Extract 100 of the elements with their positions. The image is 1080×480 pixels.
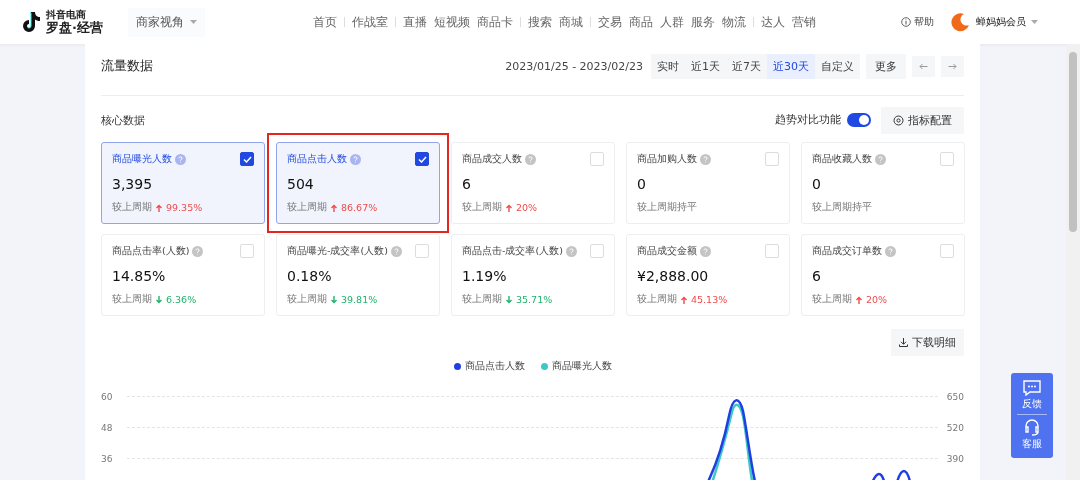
nav-link[interactable]: 搜索 — [527, 14, 552, 30]
help-icon — [700, 245, 711, 257]
account-menu[interactable]: 蝉妈妈会员 — [975, 15, 1038, 29]
metric-name: 商品点击-成交率(人数) — [462, 244, 563, 258]
nav-link[interactable]: 物流 — [721, 14, 746, 30]
change-value: 45.13% — [691, 294, 728, 305]
nav-link[interactable]: 短视频 — [433, 14, 470, 30]
metric-card[interactable]: 商品成交金额 ¥2,888.00 较上周期 45.13% — [626, 234, 790, 316]
nav-link[interactable]: 商品 — [628, 14, 653, 30]
metric-name: 商品曝光-成交率(人数) — [287, 244, 388, 258]
help-icon — [875, 153, 886, 165]
comparison-label: 较上周期 — [112, 293, 152, 306]
perspective-dropdown[interactable]: 商家视角 — [128, 7, 205, 37]
nav-link[interactable]: 交易 — [597, 14, 622, 30]
info-icon — [900, 17, 911, 27]
metric-card[interactable]: 商品加购人数 0 较上周期持平 — [626, 142, 790, 224]
metric-value: 1.19% — [462, 268, 508, 284]
left-arrow-icon — [919, 62, 928, 70]
checkbox[interactable] — [415, 152, 429, 166]
previous-button[interactable] — [912, 55, 935, 77]
comparison-label: 较上周期 — [637, 293, 677, 306]
toggle-switch[interactable] — [847, 113, 871, 127]
comparison-label: 较上周期 — [462, 293, 502, 306]
y-axis-label: 650 — [945, 391, 964, 402]
change-value: 35.71% — [516, 294, 553, 305]
metric-value: 14.85% — [112, 268, 167, 284]
nav-link[interactable]: 作战室 — [351, 14, 388, 30]
nav-link[interactable]: 直播 — [402, 14, 427, 30]
logo-title: 罗盘·经营 — [46, 21, 103, 34]
nav-link[interactable]: 首页 — [312, 14, 337, 30]
metric-card[interactable]: 商品收藏人数 0 较上周期持平 — [801, 142, 965, 224]
help-icon — [525, 153, 536, 165]
date-range: 2023/01/25 - 2023/02/23 — [505, 59, 643, 73]
logo-subtitle: 抖音电商 — [46, 10, 87, 20]
change-value: 86.67% — [341, 202, 378, 213]
metric-name: 商品成交金额 — [637, 244, 697, 258]
nav-link[interactable]: 营销 — [791, 14, 816, 30]
side-widget-button[interactable]: 反馈 — [1011, 377, 1053, 414]
metric-name: 商品点击人数 — [287, 152, 347, 166]
metric-value: 0 — [812, 176, 822, 192]
help-icon — [350, 153, 361, 165]
comparison-label: 较上周期 — [812, 293, 852, 306]
metric-value: 0.18% — [287, 268, 333, 284]
right-arrow-icon — [948, 62, 957, 70]
change-value: 99.35% — [166, 202, 203, 213]
comparison-label: 较上周期 — [287, 293, 327, 306]
metric-card[interactable]: 商品曝光-成交率(人数) 0.18% 较上周期 39.81% — [276, 234, 440, 316]
metric-card[interactable]: 商品点击率(人数) 14.85% 较上周期 6.36% — [101, 234, 265, 316]
nav-link[interactable]: 服务 — [690, 14, 715, 30]
section-title: 流量数据 — [101, 57, 153, 75]
change-value: 20% — [516, 202, 538, 213]
trend-compare-label: 趋势对比功能 — [775, 113, 841, 127]
nav-link[interactable]: 商品卡 — [476, 14, 513, 30]
metric-name: 商品成交订单数 — [812, 244, 882, 258]
caret-icon — [189, 20, 197, 24]
help-icon — [565, 245, 577, 257]
period-tab[interactable]: 近30天 — [767, 53, 815, 79]
y-axis-label: 36 — [101, 453, 114, 464]
side-widget-button[interactable]: 客服 — [1017, 414, 1047, 454]
legend-label[interactable]: 商品点击人数 — [464, 360, 525, 373]
metric-card[interactable]: 商品成交人数 6 较上周期 20% — [451, 142, 615, 224]
change-value: 6.36% — [166, 294, 197, 305]
help-link[interactable]: 帮助 — [913, 15, 934, 29]
metric-value: 0 — [637, 176, 647, 192]
comparison-label: 较上周期 — [287, 201, 327, 214]
help-icon — [885, 245, 896, 257]
metric-card[interactable]: 商品成交订单数 6 较上周期 20% — [801, 234, 965, 316]
download-button[interactable]: 下载明细 — [891, 329, 964, 356]
nav-link[interactable]: 达人 — [760, 14, 785, 30]
help-icon — [700, 153, 711, 165]
chat-bubble-icon — [1023, 380, 1041, 396]
comparison-label: 较上周期 — [112, 201, 152, 214]
metric-card[interactable]: 商品曝光人数 3,395 较上周期 99.35% — [101, 142, 265, 224]
help-icon — [390, 245, 402, 257]
y-axis-label: 390 — [945, 453, 964, 464]
metric-name: 商品加购人数 — [637, 152, 697, 166]
more-button[interactable]: 更多 — [866, 53, 906, 79]
download-icon — [899, 338, 908, 347]
checkbox[interactable] — [240, 152, 254, 166]
metric-name: 商品曝光人数 — [112, 152, 172, 166]
change-value: 39.81% — [341, 294, 378, 305]
nav-link[interactable]: 商城 — [558, 14, 583, 30]
metric-value: 504 — [287, 176, 315, 192]
y-axis-label: 520 — [945, 422, 964, 433]
comparison-label: 较上周期持平 — [812, 201, 872, 214]
metric-card[interactable]: 商品点击人数 504 较上周期 86.67% — [276, 142, 440, 224]
comparison-label: 较上周期 — [462, 201, 502, 214]
core-data-title: 核心数据 — [101, 112, 145, 128]
help-icon — [175, 153, 186, 165]
metric-card[interactable]: 商品点击-成交率(人数) 1.19% 较上周期 35.71% — [451, 234, 615, 316]
metric-name: 商品成交人数 — [462, 152, 522, 166]
metric-value: ¥2,888.00 — [637, 268, 710, 284]
metric-value: 3,395 — [112, 176, 154, 192]
crescent-avatar-icon — [949, 12, 970, 32]
legend-label[interactable]: 商品曝光人数 — [551, 360, 612, 373]
nav-link[interactable]: 人群 — [659, 14, 684, 30]
next-button[interactable] — [941, 55, 964, 77]
change-value: 20% — [866, 294, 888, 305]
metric-config-button[interactable]: 指标配置 — [881, 106, 964, 134]
caret-icon — [1031, 20, 1038, 24]
